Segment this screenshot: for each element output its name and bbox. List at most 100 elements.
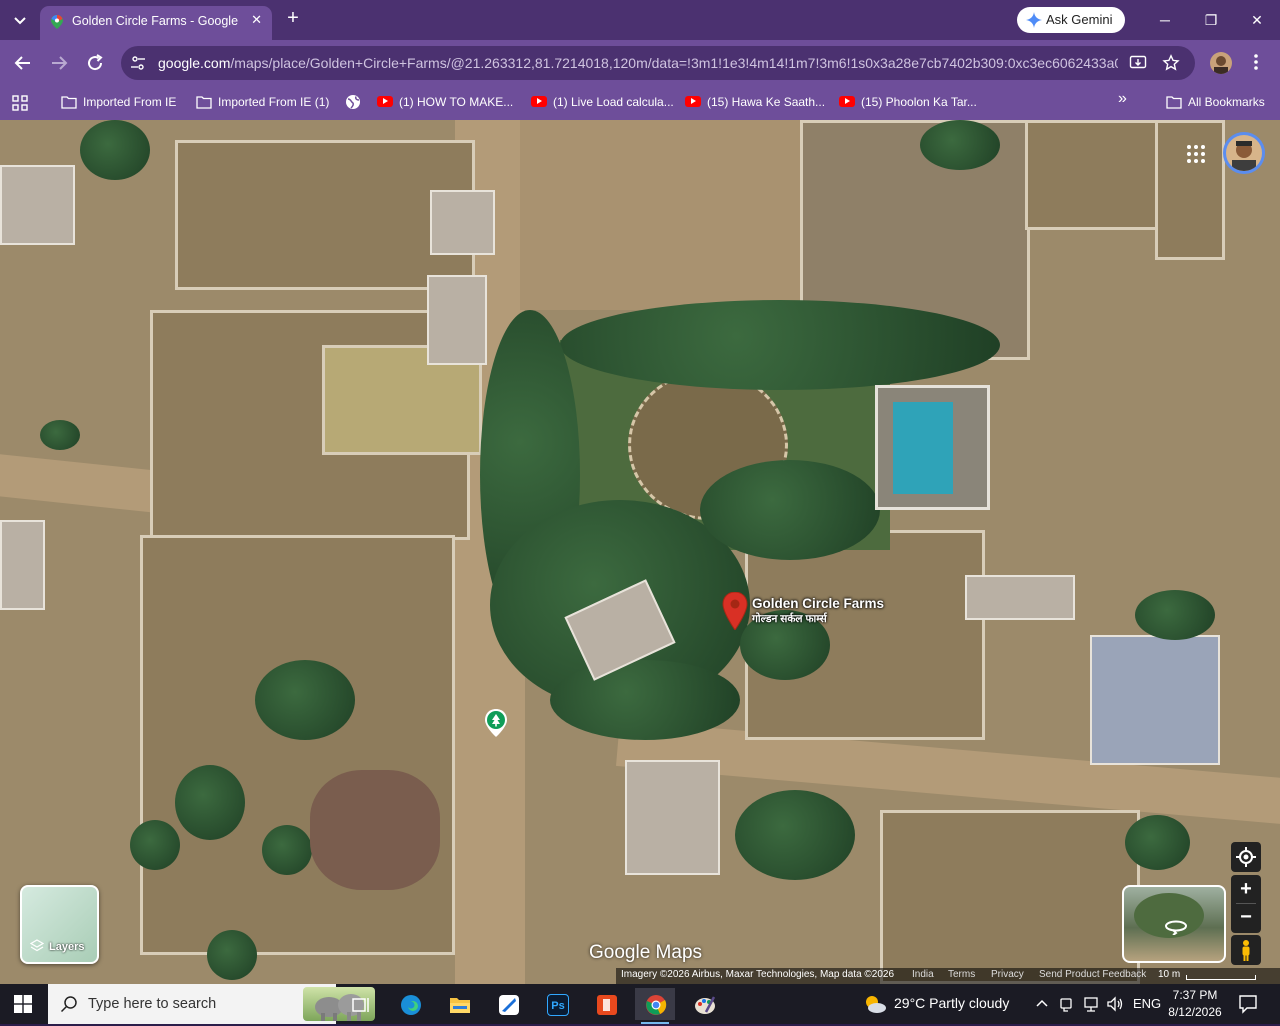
folder-icon — [1166, 96, 1182, 109]
street-view-thumbnail[interactable] — [1122, 885, 1226, 963]
apps-grid-icon[interactable] — [12, 93, 30, 113]
taskbar-edge[interactable] — [390, 988, 430, 1020]
map-building — [965, 575, 1075, 620]
taskbar-chrome[interactable] — [635, 988, 675, 1024]
map-tree — [255, 660, 355, 740]
map-plot — [1155, 120, 1225, 260]
install-app-icon[interactable] — [1129, 54, 1147, 72]
map-tree — [1135, 590, 1215, 640]
show-hidden-icons-icon[interactable] — [1035, 994, 1051, 1017]
map-tree — [175, 765, 245, 840]
minimize-button[interactable]: ─ — [1150, 8, 1180, 32]
volume-icon[interactable] — [1106, 994, 1124, 1017]
map-plot — [880, 810, 1140, 984]
folder-icon — [61, 96, 77, 109]
partly-cloudy-icon — [866, 996, 886, 1013]
place-marker-icon[interactable] — [722, 592, 748, 630]
map-plot — [1025, 120, 1160, 230]
youtube-icon — [531, 96, 547, 107]
bookmark-phoolon-ka-tar[interactable]: (15) Phoolon Ka Tar... — [839, 93, 979, 113]
photoshop-icon: Ps — [547, 994, 569, 1016]
zoom-in-button[interactable]: + — [1231, 875, 1261, 903]
paint-icon — [695, 996, 716, 1014]
pegman-button[interactable] — [1231, 935, 1261, 965]
youtube-icon — [685, 96, 701, 107]
clock-time: 7:37 PM — [1172, 988, 1218, 1002]
taskbar-edraw[interactable] — [488, 988, 528, 1020]
taskbar-photoshop[interactable]: Ps — [537, 988, 577, 1020]
browser-menu-icon[interactable] — [1248, 50, 1264, 79]
bookmark-how-to-make[interactable]: (1) HOW TO MAKE... — [377, 93, 517, 113]
country-label[interactable]: India — [912, 969, 934, 980]
bookmark-star-icon[interactable] — [1162, 54, 1180, 72]
new-tab-button[interactable]: + — [282, 7, 304, 29]
taskbar-search-box[interactable]: Type here to search — [48, 984, 375, 1024]
layers-button[interactable]: Layers — [20, 885, 99, 964]
windows-start-icon[interactable] — [14, 995, 32, 1013]
windows-taskbar: Type here to search Ps 29°C Partly cloud… — [0, 984, 1280, 1024]
ask-gemini-button[interactable]: Ask Gemini — [1017, 7, 1125, 33]
map-road — [520, 120, 820, 310]
back-icon[interactable] — [11, 51, 35, 75]
map-tree — [130, 820, 180, 870]
privacy-link[interactable]: Privacy — [991, 969, 1024, 980]
tab-search-chevron-icon[interactable] — [8, 8, 32, 32]
place-label[interactable]: Golden Circle Farms — [752, 596, 884, 611]
tab-google-maps[interactable]: Golden Circle Farms - Google Maps ✕ — [40, 6, 272, 40]
terms-link[interactable]: Terms — [948, 969, 975, 980]
bookmark-globe[interactable] — [345, 93, 363, 113]
office-icon — [597, 995, 617, 1015]
bookmark-live-load[interactable]: (1) Live Load calcula... — [531, 93, 676, 113]
feedback-link[interactable]: Send Product Feedback — [1039, 969, 1146, 980]
weather-text: 29°C Partly cloudy — [894, 995, 1010, 1011]
satellite-map[interactable]: Golden Circle Farms गोल्डन सर्कल फार्म्स… — [0, 120, 1280, 984]
tab-close-icon[interactable]: ✕ — [251, 12, 262, 28]
edraw-icon — [499, 995, 519, 1015]
google-apps-icon[interactable] — [1186, 144, 1206, 164]
bookmark-imported-from-ie-1[interactable]: Imported From IE (1) — [196, 93, 334, 113]
map-tree — [920, 120, 1000, 170]
bookmark-hawa-ke-saath[interactable]: (15) Hawa Ke Saath... — [685, 93, 825, 113]
gemini-sparkle-icon — [1026, 12, 1042, 28]
street-view-rotate-icon — [1165, 920, 1187, 935]
map-tree — [700, 460, 880, 560]
system-clock[interactable]: 7:37 PM 8/12/2026 — [1158, 987, 1232, 1021]
bookmarks-overflow-icon[interactable]: » — [1118, 90, 1134, 110]
scale-label[interactable]: 10 m — [1158, 969, 1180, 980]
task-view-button[interactable] — [340, 988, 380, 1020]
map-tree — [735, 790, 855, 880]
bookmark-imported-from-ie[interactable]: Imported From IE — [61, 93, 181, 113]
reload-icon[interactable] — [83, 51, 107, 75]
google-account-avatar[interactable] — [1223, 132, 1265, 174]
map-building — [625, 760, 720, 875]
maximize-button[interactable]: ❐ — [1196, 8, 1226, 32]
bookmarks-bar: Imported From IE Imported From IE (1) (1… — [0, 86, 1280, 120]
google-maps-favicon-icon — [51, 15, 63, 29]
globe-icon — [346, 95, 360, 109]
my-location-button[interactable] — [1231, 842, 1261, 872]
task-view-icon — [352, 998, 369, 1012]
taskbar-file-explorer[interactable] — [439, 988, 479, 1020]
map-tree — [1125, 815, 1190, 870]
site-settings-icon[interactable] — [130, 55, 146, 71]
language-indicator[interactable]: ENG — [1133, 996, 1161, 1011]
map-tree — [560, 300, 1000, 390]
tab-title: Golden Circle Farms - Google Maps — [72, 14, 242, 28]
address-bar[interactable]: google.com/maps/place/Golden+Circle+Farm… — [121, 46, 1195, 80]
zoom-out-button[interactable]: − — [1231, 904, 1261, 932]
network-icon[interactable] — [1083, 994, 1099, 1017]
taskbar-paint[interactable] — [684, 988, 724, 1020]
all-bookmarks[interactable]: All Bookmarks — [1166, 93, 1270, 113]
meet-now-icon[interactable] — [1059, 994, 1075, 1017]
close-window-button[interactable]: ✕ — [1242, 8, 1272, 32]
forward-icon[interactable] — [47, 51, 71, 75]
profile-avatar[interactable] — [1210, 52, 1232, 74]
park-marker-icon[interactable] — [484, 709, 508, 737]
taskbar-office[interactable] — [586, 988, 626, 1020]
map-building — [1090, 635, 1220, 765]
notifications-icon[interactable] — [1238, 993, 1258, 1018]
youtube-icon — [377, 96, 393, 107]
place-label-hindi: गोल्डन सर्कल फार्म्स — [752, 613, 827, 625]
google-maps-watermark: Google Maps — [589, 942, 703, 963]
imagery-attribution: Imagery ©2026 Airbus, Maxar Technologies… — [621, 969, 895, 980]
